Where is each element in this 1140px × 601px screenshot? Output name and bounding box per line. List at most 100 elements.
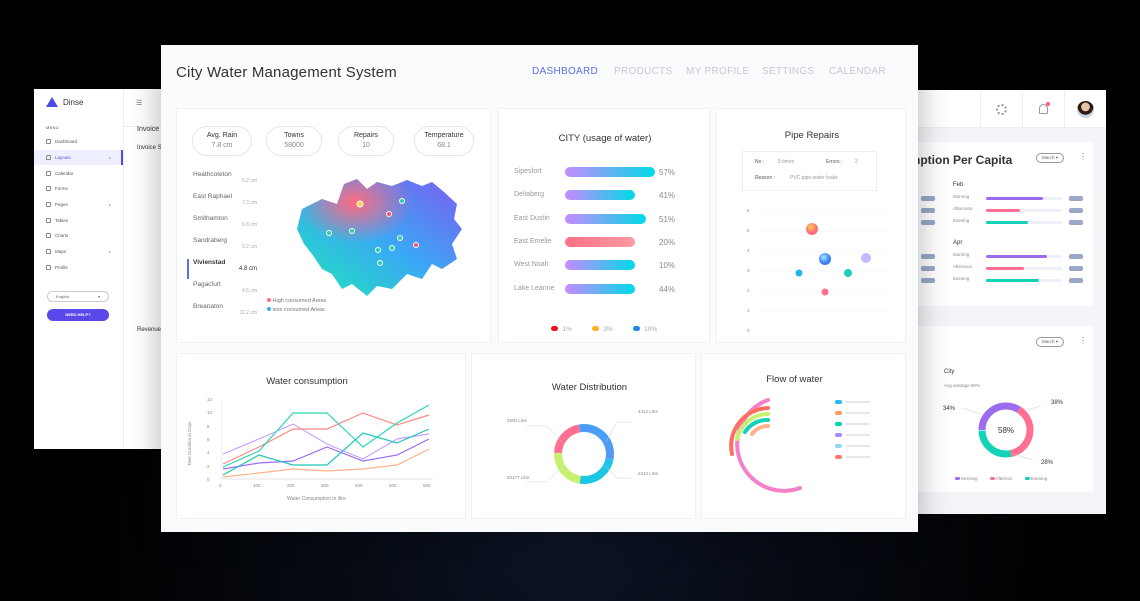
- city-usage-title: CITY (usage of water): [558, 133, 652, 144]
- row-fill: [986, 209, 1020, 212]
- settings-button[interactable]: [980, 90, 1022, 128]
- usage-bar: [565, 190, 635, 201]
- city-pct: 57%: [659, 168, 676, 177]
- reason-value: PVC pipe water leaks: [790, 175, 838, 181]
- city-name: East Dustin: [514, 214, 550, 222]
- row-badge: [1069, 208, 1083, 213]
- sidebar-item-label: Forms: [55, 186, 68, 192]
- month-heading: Feb: [953, 182, 964, 188]
- map-marker[interactable]: [386, 211, 392, 217]
- town-item[interactable]: Sandraberg 9.2 cm: [187, 237, 257, 257]
- town-name: Pagacfurt: [193, 281, 221, 288]
- town-name: Smithamton: [193, 215, 228, 222]
- language-select[interactable]: English ▾: [47, 291, 109, 302]
- town-item[interactable]: East Raphael 7.3 cm: [187, 193, 257, 213]
- nav-settings[interactable]: SETTINGS: [762, 66, 814, 77]
- stat-value: 58000: [284, 142, 304, 149]
- row-fill: [986, 267, 1024, 270]
- bubble-point[interactable]: [821, 288, 829, 296]
- sidebar-item-layouts[interactable]: Layouts ▸: [34, 149, 123, 166]
- stat-value: 7.8 cm: [211, 142, 233, 149]
- town-item[interactable]: Pagacfurt 4.5 cm: [187, 281, 257, 301]
- row-fill: [986, 221, 1028, 224]
- map-marker[interactable]: [356, 200, 364, 208]
- nav-my-profile[interactable]: MY PROFILE: [686, 66, 749, 77]
- sidebar-item-tables[interactable]: Tables: [34, 212, 123, 228]
- town-item[interactable]: Heathcoteton 5.2 cm: [187, 171, 257, 191]
- right-topbar: [893, 90, 1106, 128]
- usage-bar: [565, 236, 635, 247]
- row-label: Evening: [953, 218, 970, 223]
- user-avatar-button[interactable]: [1064, 90, 1106, 128]
- capita-row: Evening: [921, 218, 1086, 226]
- town-item[interactable]: Breanaton 11.2 cm: [187, 303, 257, 323]
- capita-row: Afternoon: [921, 206, 1086, 214]
- row-badge: [1069, 278, 1083, 283]
- legend-afternoon: Afternon: [989, 476, 1013, 481]
- left-sidebar: Dinse MENU Dashboard Layouts ▸ Calendar F…: [34, 89, 124, 449]
- month-select[interactable]: March ▾: [1036, 153, 1065, 163]
- map-marker[interactable]: [326, 230, 332, 236]
- row-badge: [921, 208, 935, 213]
- town-value: 6.8 cm: [241, 222, 257, 228]
- x-axis-label: Water Consumption in litre: [287, 496, 346, 502]
- menu-toggle-icon[interactable]: ☰: [136, 99, 142, 107]
- legend-swatch: [955, 477, 960, 480]
- nav-products[interactable]: PRODUCTS: [614, 66, 673, 77]
- map-marker[interactable]: [389, 245, 395, 251]
- town-value: 9.2 cm: [241, 244, 257, 250]
- sidebar-item-label: Calendar: [55, 170, 74, 176]
- app-logo[interactable]: Dinse: [34, 89, 123, 115]
- legend-label: 10%: [644, 326, 658, 333]
- month-select-2[interactable]: March ▾: [1036, 337, 1065, 347]
- bubble-point[interactable]: [795, 269, 803, 277]
- bubble-point[interactable]: [861, 253, 871, 263]
- notifications-button[interactable]: [1022, 90, 1064, 128]
- stat-temperature: Temperature 68.1: [414, 126, 474, 156]
- city-usage-row: East Dustin 51%: [514, 213, 704, 226]
- map-marker[interactable]: [349, 228, 355, 234]
- sidebar-item-charts[interactable]: Charts: [34, 228, 123, 244]
- row-fill: [986, 197, 1043, 200]
- city-pct: 44%: [659, 284, 676, 294]
- map-marker[interactable]: [375, 247, 381, 253]
- flow-legend-item: [835, 422, 870, 426]
- bubble-point[interactable]: [844, 269, 852, 277]
- donut-label-bottom: 28%: [1041, 460, 1054, 466]
- bubble-point[interactable]: [819, 253, 831, 265]
- sidebar-item-forms[interactable]: Forms: [34, 181, 123, 197]
- town-item[interactable]: Smithamton 6.8 cm: [187, 215, 257, 235]
- flow-of-water-panel: Flow of water: [701, 353, 906, 519]
- invoice-subheading: Invoice S: [137, 145, 162, 151]
- repair-details-box: No : 5 times Errors : 2 Reason : PVC pip…: [742, 151, 877, 191]
- stat-value: 10: [362, 142, 370, 149]
- map-marker[interactable]: [413, 242, 419, 248]
- nav-calendar[interactable]: CALENDAR: [829, 66, 886, 77]
- distribution-label: 2500 Litre: [507, 418, 528, 423]
- bubble-point[interactable]: [806, 223, 818, 235]
- sidebar-item-dashboard[interactable]: Dashboard: [34, 134, 123, 150]
- chevron-right-icon: ▸: [108, 155, 111, 161]
- stat-label: Avg. Rain: [206, 132, 238, 139]
- more-options-icon-2[interactable]: ⋮: [1079, 336, 1087, 345]
- sidebar-item-maps[interactable]: Maps ▸: [34, 244, 123, 260]
- sidebar-item-profile[interactable]: Profile: [34, 260, 123, 276]
- town-item[interactable]: Vivienstad 4.8 cm: [187, 259, 257, 279]
- row-badge: [1069, 196, 1083, 201]
- legend-placeholder-text: [846, 412, 870, 414]
- capita-row: Evening: [921, 276, 1086, 284]
- more-options-icon[interactable]: ⋮: [1079, 152, 1087, 161]
- sidebar-item-pages[interactable]: Pages ▸: [34, 197, 123, 213]
- right-background-window: nption Per Capita March ▾ ⋮ Feb Morning …: [893, 90, 1106, 514]
- row-badge: [921, 220, 935, 225]
- map-marker[interactable]: [397, 235, 403, 241]
- map-marker[interactable]: [399, 198, 405, 204]
- flow-legend-item: [835, 400, 870, 404]
- sidebar-item-calendar[interactable]: Calendar: [34, 165, 123, 181]
- stat-label: Repairs: [353, 132, 379, 139]
- town-name: Heathcoteton: [193, 171, 232, 178]
- city-name: East Emelie: [514, 237, 552, 245]
- map-marker[interactable]: [377, 260, 383, 266]
- need-help-button[interactable]: NEED HELP?: [47, 309, 109, 321]
- nav-dashboard[interactable]: DASHBOARD: [532, 66, 598, 77]
